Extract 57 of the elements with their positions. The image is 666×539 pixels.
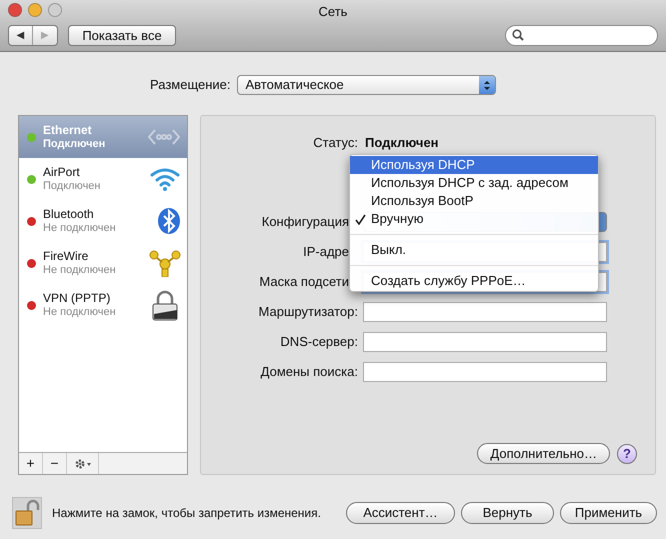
- bluetooth-icon: [157, 207, 181, 235]
- menu-item[interactable]: Выкл.: [350, 241, 598, 259]
- field-label: DNS-сервер:: [279, 333, 358, 352]
- service-name: AirPort: [43, 165, 81, 179]
- service-status: Не подключен: [43, 305, 117, 319]
- service-status: Подключен: [43, 137, 106, 151]
- menu-item[interactable]: Используя BootP: [350, 192, 598, 210]
- field-label: IP-адре: [302, 243, 350, 262]
- location-label: Размещение:: [150, 76, 231, 94]
- search-field[interactable]: [505, 24, 658, 46]
- field-label: Маршрутизатор:: [258, 303, 358, 322]
- status-label: Статус:: [312, 134, 358, 152]
- location-popup[interactable]: Автоматическое: [236, 75, 496, 95]
- advanced-button[interactable]: Дополнительно…: [477, 443, 610, 464]
- input-field[interactable]: [363, 332, 607, 352]
- service-name: Bluetooth: [43, 207, 95, 221]
- apply-button[interactable]: Применить: [560, 502, 657, 524]
- updown-arrows-icon: [482, 80, 491, 90]
- search-icon: [512, 29, 524, 41]
- field-label: Домены поиска:: [260, 363, 358, 382]
- wifi-icon: [149, 166, 181, 192]
- add-button[interactable]: +: [19, 453, 43, 474]
- service-status: Подключен: [43, 179, 102, 193]
- unlocked-padlock-icon: [14, 499, 40, 527]
- service-name: Ethernet: [43, 123, 93, 137]
- service-name: FireWire: [43, 249, 90, 263]
- service-item[interactable]: AirPort Подключен: [19, 158, 187, 200]
- firewire-icon: [149, 249, 181, 277]
- service-item[interactable]: VPN (PPTP) Не подключен: [19, 284, 187, 326]
- service-item[interactable]: FireWire Не подключен: [19, 242, 187, 284]
- checkmark-icon: [355, 214, 366, 224]
- back-button[interactable]: ◀: [9, 26, 33, 44]
- show-all-button[interactable]: Показать все: [68, 24, 176, 46]
- close-button[interactable]: [8, 3, 22, 17]
- field-label: Маска подсети: [258, 273, 350, 292]
- zoom-button[interactable]: [48, 3, 62, 17]
- service-item[interactable]: Bluetooth Не подключен: [19, 200, 187, 242]
- help-button[interactable]: ?: [617, 444, 637, 464]
- assistant-button[interactable]: Ассистент…: [346, 502, 455, 524]
- input-field[interactable]: [363, 362, 607, 382]
- gear-icon: [74, 458, 92, 470]
- menu-item[interactable]: Используя DHCP с зад. адресом: [350, 174, 598, 192]
- service-status: Не подключен: [43, 263, 117, 277]
- menu-item[interactable]: Создать службу PPPoE…: [350, 272, 598, 290]
- remove-button[interactable]: −: [43, 453, 67, 474]
- revert-button[interactable]: Вернуть: [461, 502, 554, 524]
- status-value: Подключен: [365, 134, 439, 152]
- input-field[interactable]: [363, 302, 607, 322]
- menu-item[interactable]: Используя DHCP: [350, 156, 598, 174]
- service-name: VPN (PPTP): [43, 291, 112, 305]
- ethernet-icon: [147, 127, 181, 147]
- service-status: Не подключен: [43, 221, 117, 235]
- minimize-button[interactable]: [28, 3, 42, 17]
- window-title: Сеть: [318, 3, 348, 22]
- lock-hint: Нажмите на замок, чтобы запретить изменения.: [52, 505, 321, 522]
- field-label: Конфигурация: [260, 213, 350, 232]
- menu-item[interactable]: Вручную: [350, 210, 598, 228]
